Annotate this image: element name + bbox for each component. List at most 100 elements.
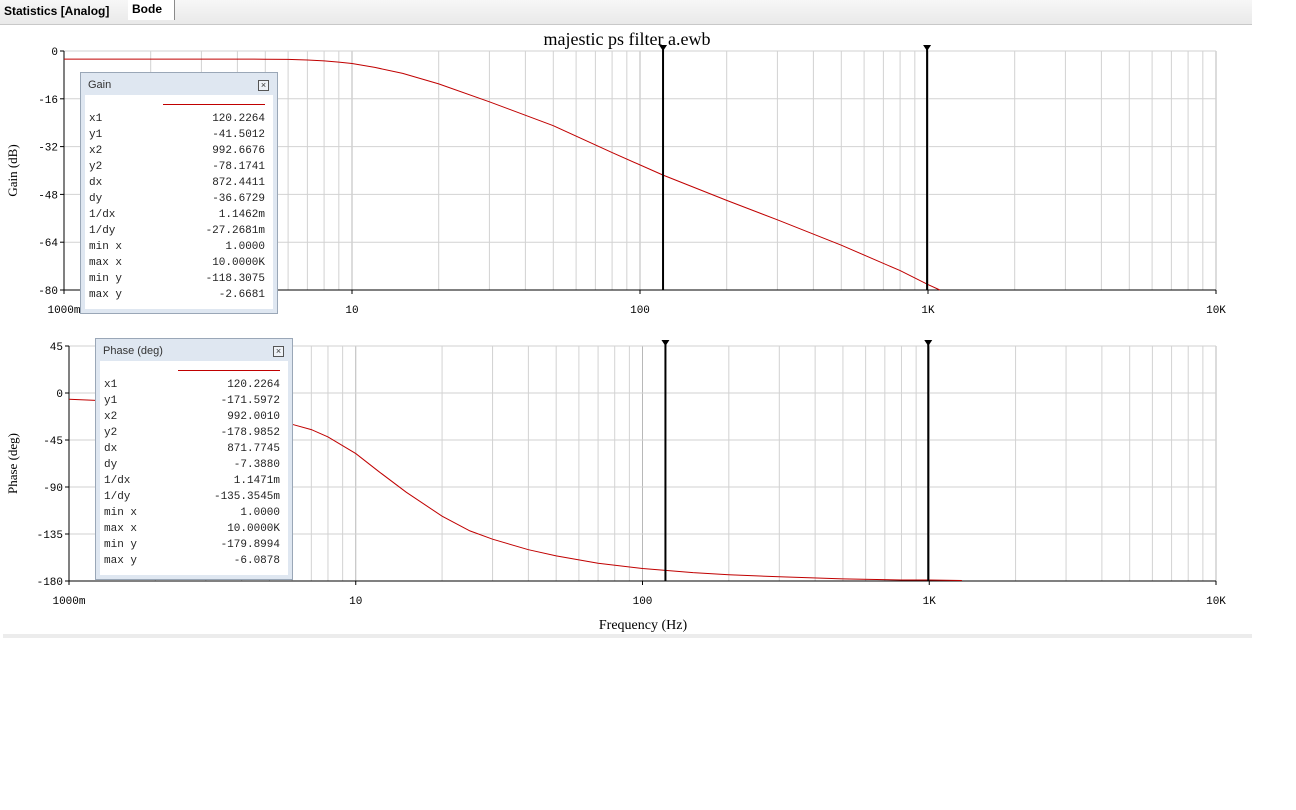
readout-row: y1 -41.5012 [89, 129, 265, 145]
cursor-handle [924, 340, 933, 346]
readout-value: -171.5972 [220, 395, 280, 407]
readout-key: max y [104, 555, 138, 567]
readout-value: 120.2264 [212, 113, 265, 125]
y-tick-label: -64 [38, 238, 58, 250]
readout-row: max y -6.0878 [104, 555, 280, 571]
y-tick-label: -48 [38, 190, 58, 202]
x-tick-label: 10K [1206, 305, 1226, 317]
y-tick-label: -32 [38, 143, 58, 155]
readout-row: max y -2.6681 [89, 289, 265, 305]
readout-key: 1/dx [89, 209, 116, 221]
chart-title: majestic ps filter a.ewb [544, 29, 711, 49]
readout-row: max x 10.0000K [89, 257, 265, 273]
y-tick-label: 45 [50, 342, 63, 354]
tab-bode[interactable]: Bode [128, 0, 175, 20]
close-icon[interactable]: × [258, 80, 269, 91]
y-tick-label: -16 [38, 95, 58, 107]
readout-row: min y -179.8994 [104, 539, 280, 555]
readout-key: dy [104, 459, 118, 471]
readout-value: -78.1741 [212, 161, 265, 173]
y-axis-label: Phase (deg) [5, 433, 20, 494]
x-tick-label: 1000m [52, 596, 85, 608]
readout-row: 1/dy -27.2681m [89, 225, 265, 241]
readout-value: 10.0000K [212, 257, 265, 269]
gain-panel-header[interactable]: Gain × [81, 73, 277, 95]
readout-key: dx [104, 443, 118, 455]
readout-row: y2 -78.1741 [89, 161, 265, 177]
readout-key: x1 [104, 379, 118, 391]
y-tick-label: 0 [56, 389, 63, 401]
readout-row: dx 872.4411 [89, 177, 265, 193]
y-tick-label: 0 [51, 47, 58, 59]
readout-value: -2.6681 [218, 289, 265, 301]
tab-bar: Statistics [Analog] Bode [0, 0, 1252, 25]
readout-key: y1 [89, 129, 103, 141]
x-tick-label: 100 [630, 305, 650, 317]
readout-value: 1.1471m [233, 475, 280, 487]
readout-row: 1/dx 1.1462m [89, 209, 265, 225]
readout-row: dx 871.7745 [104, 443, 280, 459]
readout-row: x2 992.0010 [104, 411, 280, 427]
x-tick-label: 10 [349, 596, 362, 608]
readout-key: max x [89, 257, 123, 269]
readout-value: -179.8994 [220, 539, 280, 551]
readout-key: 1/dy [89, 225, 116, 237]
close-icon[interactable]: × [273, 346, 284, 357]
y-tick-label: -135 [37, 530, 63, 542]
readout-value: 10.0000K [227, 523, 280, 535]
gain-legend-line [163, 104, 265, 105]
readout-key: max y [89, 289, 123, 301]
readout-key: dx [89, 177, 103, 189]
readout-row: x1 120.2264 [89, 113, 265, 129]
y-tick-label: -80 [38, 286, 58, 298]
readout-row: max x 10.0000K [104, 523, 280, 539]
phase-cursor-panel[interactable]: Phase (deg) × x1 120.2264 y1 -171.5972 x2 992… [95, 338, 293, 580]
readout-key: x1 [89, 113, 103, 125]
gain-cursor-panel[interactable]: Gain × x1 120.2264 y1 -41.5012 x2 992.6676 y2 -… [80, 72, 278, 314]
x-tick-label: 100 [633, 596, 653, 608]
readout-row: x2 992.6676 [89, 145, 265, 161]
phase-legend-line [178, 370, 280, 371]
readout-row: dy -36.6729 [89, 193, 265, 209]
readout-value: -118.3075 [205, 273, 265, 285]
readout-value: -7.3880 [233, 459, 280, 471]
readout-key: min x [89, 241, 123, 253]
x-axis-label: Frequency (Hz) [599, 618, 688, 633]
y-tick-label: -180 [37, 577, 63, 589]
tab-statistics-analog[interactable]: Statistics [Analog] [0, 0, 113, 22]
readout-key: 1/dy [104, 491, 131, 503]
readout-row: min y -118.3075 [89, 273, 265, 289]
readout-row: y1 -171.5972 [104, 395, 280, 411]
readout-row: min x 1.0000 [89, 241, 265, 257]
readout-row: dy -7.3880 [104, 459, 280, 475]
readout-key: min x [104, 507, 138, 519]
readout-value: 871.7745 [227, 443, 280, 455]
cursor-handle [661, 340, 670, 346]
readout-row: 1/dy -135.3545m [104, 491, 280, 507]
readout-key: max x [104, 523, 138, 535]
readout-value: 1.0000 [240, 507, 280, 519]
readout-value: 1.0000 [225, 241, 265, 253]
readout-key: min y [89, 273, 123, 285]
readout-value: -178.9852 [220, 427, 280, 439]
y-axis-label: Gain (dB) [5, 144, 20, 196]
x-tick-label: 1K [923, 596, 937, 608]
readout-value: -27.2681m [205, 225, 265, 237]
x-tick-label: 10K [1206, 596, 1226, 608]
readout-key: 1/dx [104, 475, 131, 487]
readout-value: 992.6676 [212, 145, 265, 157]
phase-panel-header[interactable]: Phase (deg) × [96, 339, 292, 361]
phase-panel-body: x1 120.2264 y1 -171.5972 x2 992.0010 y2 -178.98… [100, 361, 288, 575]
gain-panel-body: x1 120.2264 y1 -41.5012 x2 992.6676 y2 -78.1741… [85, 95, 273, 309]
readout-key: y2 [89, 161, 103, 173]
readout-key: y1 [104, 395, 118, 407]
readout-value: -6.0878 [233, 555, 280, 567]
readout-value: -41.5012 [212, 129, 265, 141]
readout-value: 992.0010 [227, 411, 280, 423]
readout-row: y2 -178.9852 [104, 427, 280, 443]
readout-value: 872.4411 [212, 177, 265, 189]
readout-value: -36.6729 [212, 193, 265, 205]
y-tick-label: -45 [43, 436, 63, 448]
readout-value: 120.2264 [227, 379, 280, 391]
readout-key: dy [89, 193, 103, 205]
